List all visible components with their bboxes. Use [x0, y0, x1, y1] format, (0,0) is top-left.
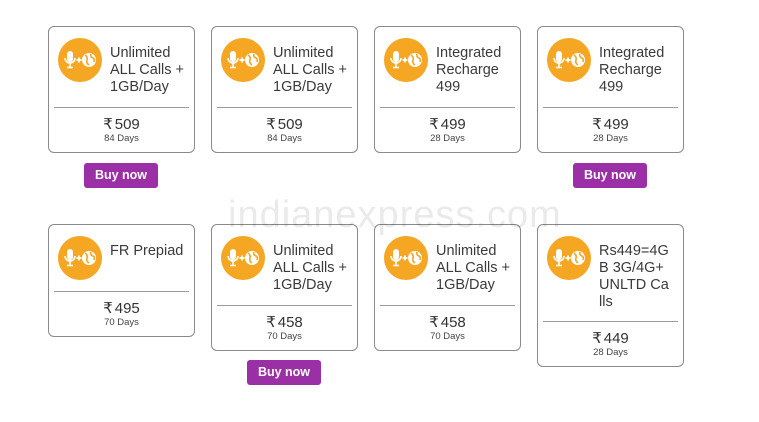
voice-plus-data-icon	[221, 236, 265, 280]
rupee-symbol: ₹	[429, 314, 439, 331]
voice-plus-data-icon	[384, 236, 428, 280]
plan-name: Integrated Recharge 499	[436, 45, 502, 95]
plan-validity: 28 Days	[593, 133, 628, 144]
price-value: 509	[114, 116, 140, 133]
plan-card-4[interactable]: Integrated Recharge 499 ₹499 28 Days	[537, 26, 684, 153]
voice-plus-data-icon	[221, 38, 265, 82]
price-value: 499	[440, 116, 466, 133]
plan-price: ₹499	[538, 116, 683, 133]
plan-price: ₹458	[212, 314, 357, 331]
watermark-text: com	[487, 194, 562, 236]
plan-validity: 84 Days	[104, 133, 139, 144]
watermark-dot: .	[475, 194, 488, 236]
plan-card-1[interactable]: Unlimited ALL Calls + 1GB/Day ₹509 84 Da…	[48, 26, 195, 153]
plan-price: ₹458	[375, 314, 520, 331]
price-value: 458	[277, 314, 303, 331]
plan-card-2[interactable]: Unlimited ALL Calls + 1GB/Day ₹509 84 Da…	[211, 26, 358, 153]
plan-name: Unlimited ALL Calls + 1GB/Day	[110, 45, 185, 95]
plan-validity: 28 Days	[430, 133, 465, 144]
voice-plus-data-icon	[58, 236, 102, 280]
buy-now-button[interactable]: Buy now	[573, 163, 647, 188]
rupee-symbol: ₹	[592, 330, 602, 347]
price-value: 509	[277, 116, 303, 133]
watermark: indianexpress.com	[228, 194, 562, 237]
rupee-symbol: ₹	[103, 300, 113, 317]
plan-validity: 70 Days	[267, 331, 302, 342]
plan-price: ₹449	[538, 330, 683, 347]
price-value: 499	[603, 116, 629, 133]
buy-now-button[interactable]: Buy now	[247, 360, 321, 385]
plan-name: FR Prepiad	[110, 243, 184, 259]
watermark-text: indianexpress	[228, 194, 476, 236]
price-value: 449	[603, 330, 629, 347]
plan-name: Unlimited ALL Calls + 1GB/Day	[273, 243, 348, 293]
rupee-symbol: ₹	[266, 314, 276, 331]
voice-plus-data-icon	[547, 38, 591, 82]
rupee-symbol: ₹	[266, 116, 276, 133]
plan-price: ₹495	[49, 300, 194, 317]
plan-name: Integrated Recharge 499	[599, 45, 665, 95]
plan-name: Unlimited ALL Calls + 1GB/Day	[273, 45, 348, 95]
rupee-symbol: ₹	[429, 116, 439, 133]
plan-card-7[interactable]: Unlimited ALL Calls + 1GB/Day ₹458 70 Da…	[374, 224, 521, 351]
voice-plus-data-icon	[384, 38, 428, 82]
voice-plus-data-icon	[58, 38, 102, 82]
plan-price: ₹499	[375, 116, 520, 133]
plan-validity: 70 Days	[430, 331, 465, 342]
plan-validity: 28 Days	[593, 347, 628, 358]
plan-validity: 70 Days	[104, 317, 139, 328]
rupee-symbol: ₹	[592, 116, 602, 133]
price-value: 458	[440, 314, 466, 331]
plan-card-8[interactable]: Rs449=4GB 3G/4G+UNLTD Calls ₹449 28 Days	[537, 224, 684, 367]
plan-name: Unlimited ALL Calls + 1GB/Day	[436, 243, 511, 293]
rupee-symbol: ₹	[103, 116, 113, 133]
plan-card-3[interactable]: Integrated Recharge 499 ₹499 28 Days	[374, 26, 521, 153]
plan-validity: 84 Days	[267, 133, 302, 144]
price-value: 495	[114, 300, 140, 317]
plan-card-5[interactable]: FR Prepiad ₹495 70 Days	[48, 224, 195, 337]
plan-name: Rs449=4GB 3G/4G+UNLTD Calls	[599, 243, 669, 310]
plan-card-6[interactable]: Unlimited ALL Calls + 1GB/Day ₹458 70 Da…	[211, 224, 358, 351]
buy-now-button[interactable]: Buy now	[84, 163, 158, 188]
plan-price: ₹509	[212, 116, 357, 133]
voice-plus-data-icon	[547, 236, 591, 280]
plan-price: ₹509	[49, 116, 194, 133]
